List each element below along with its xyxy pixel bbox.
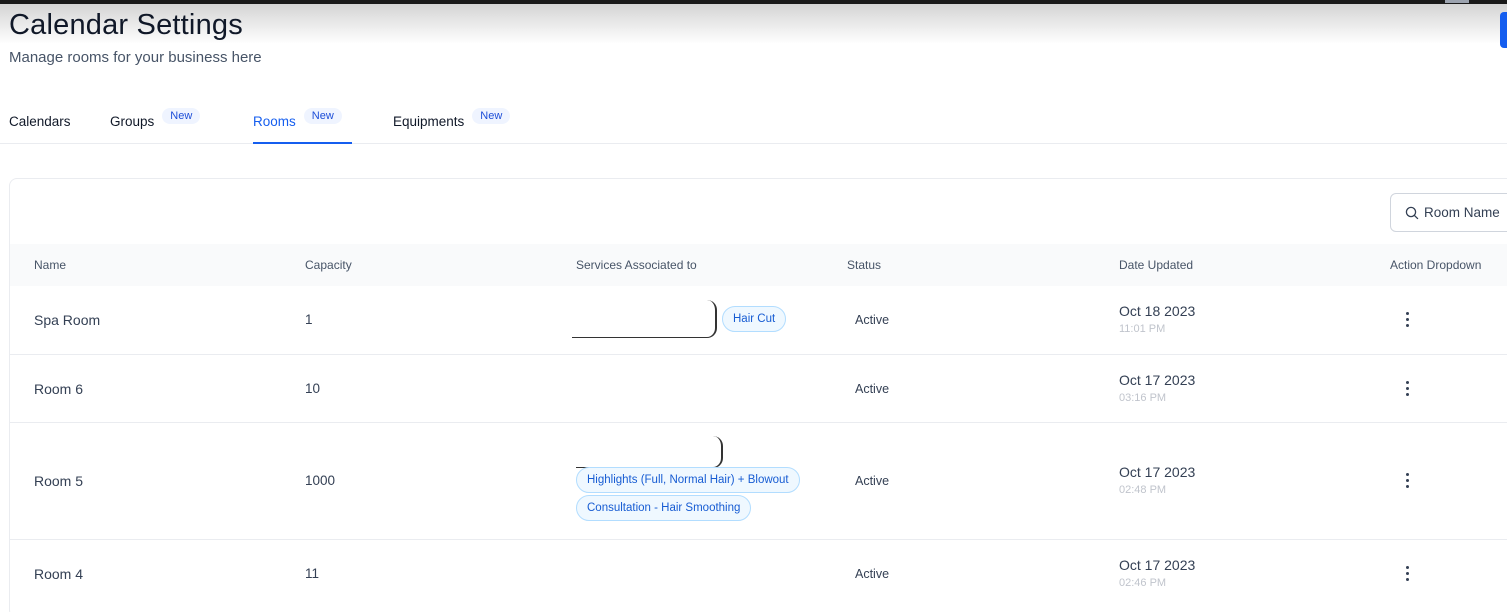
new-badge: New — [162, 108, 201, 124]
room-name: Spa Room — [34, 312, 101, 328]
column-name[interactable]: Name — [34, 258, 66, 272]
time-updated: 11:01 PM — [1119, 323, 1166, 335]
date-updated: Oct 18 2023 — [1119, 303, 1196, 319]
search-placeholder: Room Name — [1424, 205, 1500, 220]
tab-bar: Calendars Groups New Rooms New Equipment… — [0, 98, 1507, 144]
time-updated: 03:16 PM — [1119, 392, 1167, 404]
room-name: Room 6 — [34, 381, 84, 397]
tab-label: Rooms — [253, 114, 296, 129]
primary-action-button[interactable] — [1500, 12, 1507, 48]
tab-equipments[interactable]: Equipments New — [393, 98, 511, 144]
new-badge: New — [303, 108, 342, 124]
redacted-service — [576, 436, 723, 468]
tab-calendars[interactable]: Calendars — [9, 98, 71, 144]
status-text: Active — [855, 313, 890, 327]
room-capacity: 11 — [305, 566, 320, 581]
column-services[interactable]: Services Associated to — [576, 258, 697, 272]
new-badge: New — [472, 108, 511, 124]
date-updated: Oct 17 2023 — [1119, 372, 1196, 388]
kebab-menu-icon[interactable] — [1397, 470, 1417, 490]
kebab-menu-icon[interactable] — [1397, 563, 1417, 583]
room-capacity: 1 — [305, 312, 313, 327]
time-updated: 02:48 PM — [1119, 484, 1167, 496]
kebab-menu-icon[interactable] — [1397, 309, 1417, 329]
search-input[interactable]: Room Name — [1390, 193, 1507, 232]
table-row: Spa Room 1 Hair Cut Active Oct 18 2023 1… — [10, 286, 1507, 355]
table-row: Room 4 11 Active Oct 17 2023 02:46 PM — [10, 540, 1507, 612]
table-row: Room 6 10 Active Oct 17 2023 03:16 PM — [10, 355, 1507, 423]
kebab-menu-icon[interactable] — [1397, 378, 1417, 398]
date-updated: Oct 17 2023 — [1119, 464, 1196, 480]
room-capacity: 1000 — [305, 473, 336, 488]
tab-groups[interactable]: Groups New — [110, 98, 201, 144]
window-control[interactable] — [1445, 0, 1469, 3]
status-text: Active — [855, 567, 890, 581]
status-text: Active — [855, 382, 890, 396]
time-updated: 02:46 PM — [1119, 577, 1167, 589]
date-updated: Oct 17 2023 — [1119, 557, 1196, 573]
service-chip: Consultation - Hair Smoothing — [576, 495, 752, 521]
tab-label: Equipments — [393, 114, 465, 129]
column-status[interactable]: Status — [847, 258, 881, 272]
column-action-dropdown: Action Dropdown — [1390, 258, 1482, 272]
room-name: Room 5 — [34, 473, 84, 489]
redacted-service — [572, 300, 717, 338]
search-icon — [1405, 206, 1419, 219]
page-subtitle: Manage rooms for your business here — [9, 49, 262, 66]
tab-rooms[interactable]: Rooms New — [253, 98, 352, 144]
service-chip: Highlights (Full, Normal Hair) + Blowout — [576, 467, 800, 493]
service-chip: Hair Cut — [722, 306, 787, 332]
room-capacity: 10 — [305, 381, 321, 396]
tab-label: Calendars — [9, 114, 71, 129]
tab-label: Groups — [110, 114, 155, 129]
table-header: Name Capacity Services Associated to Sta… — [10, 244, 1507, 286]
status-text: Active — [855, 474, 890, 488]
column-date-updated[interactable]: Date Updated — [1119, 258, 1193, 272]
page-title: Calendar Settings — [9, 9, 243, 41]
table-row: Room 5 1000 Highlights (Full, Normal Hai… — [10, 423, 1507, 540]
column-capacity[interactable]: Capacity — [305, 258, 352, 272]
room-name: Room 4 — [34, 566, 84, 582]
